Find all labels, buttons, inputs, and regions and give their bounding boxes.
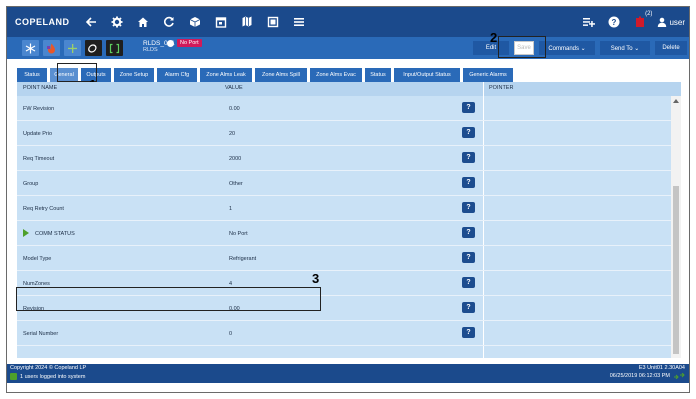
svg-text:?: ? xyxy=(612,18,617,27)
status-dot-icon xyxy=(167,40,174,47)
point-value: 2000 xyxy=(229,156,242,162)
point-name: Req Timeout xyxy=(23,156,55,162)
point-name: FW Revision xyxy=(23,106,55,112)
snowflake-icon[interactable] xyxy=(22,40,39,56)
point-name: COMM STATUS xyxy=(35,231,75,237)
table-row[interactable]: COMM STATUS No Port ? xyxy=(17,221,671,246)
tab-zone-alms-spill[interactable]: Zone Alms Spill xyxy=(255,68,307,82)
point-name: Req Retry Count xyxy=(23,206,64,212)
box-icon[interactable] xyxy=(182,7,208,37)
calendar-icon[interactable] xyxy=(208,7,234,37)
status-badge: No Port xyxy=(177,39,202,47)
scrollbar-thumb[interactable] xyxy=(673,186,679,354)
points-table: POINT NAME VALUE POINTER FW Revision 0.0… xyxy=(17,82,681,358)
point-name: Model Type xyxy=(23,256,52,262)
point-value: Other xyxy=(229,181,243,187)
tab-status-2[interactable]: Status xyxy=(365,68,391,82)
circle-tool-icon[interactable] xyxy=(85,40,102,56)
point-name: Update Prio xyxy=(23,131,53,137)
user-icon xyxy=(10,373,17,380)
datetime-display: 06/25/2019 06:12:03 PM xyxy=(610,373,685,379)
device-type: RLDS xyxy=(143,47,158,53)
table-row[interactable]: Group Other ? xyxy=(17,171,671,196)
expand-arrow-icon[interactable] xyxy=(23,229,29,237)
help-button[interactable]: ? xyxy=(462,102,475,113)
point-value: No Port xyxy=(229,231,248,237)
point-name: Group xyxy=(23,181,39,187)
topbar-right-group: ? (2) user xyxy=(575,7,685,37)
help-icon[interactable]: ? xyxy=(601,7,627,37)
tab-zone-alms-evac[interactable]: Zone Alms Evac xyxy=(310,68,362,82)
tab-alarm-cfg[interactable]: Alarm Cfg xyxy=(157,68,197,82)
scroll-up-arrow-icon[interactable] xyxy=(673,99,679,103)
user-icon xyxy=(658,17,667,27)
status-footer: Copyright 2024 © Copeland LP 1 users log… xyxy=(7,364,689,383)
tab-status[interactable]: Status xyxy=(17,68,47,82)
delete-button[interactable]: Delete xyxy=(655,41,687,55)
alarm-icon[interactable]: (2) xyxy=(627,7,653,37)
commands-dropdown[interactable]: Commands ⌄ xyxy=(539,41,595,55)
help-button[interactable]: ? xyxy=(462,302,475,313)
back-arrow-icon[interactable] xyxy=(78,7,104,37)
help-button[interactable]: ? xyxy=(462,277,475,288)
tab-zone-setup[interactable]: Zone Setup xyxy=(114,68,154,82)
table-row[interactable]: Serial Number 0 ? xyxy=(17,321,671,346)
device-icon[interactable] xyxy=(260,7,286,37)
point-value: 0 xyxy=(229,331,233,337)
users-logged-in: 1 users logged into system xyxy=(10,373,85,380)
datetime-text: 06/25/2019 06:12:03 PM xyxy=(609,373,670,379)
map-icon[interactable] xyxy=(234,7,260,37)
user-menu[interactable]: user xyxy=(653,17,685,27)
gear-icon[interactable] xyxy=(104,7,130,37)
callout-2: 2 xyxy=(490,30,498,45)
help-button[interactable]: ? xyxy=(462,177,475,188)
table-row[interactable]: FW Revision 0.00 ? xyxy=(17,96,671,121)
callout-3: 3 xyxy=(312,271,320,286)
point-value: 1 xyxy=(229,206,233,212)
help-button[interactable]: ? xyxy=(462,152,475,163)
edit-highlight-box xyxy=(498,36,546,58)
app-window: COPELAND ? (2) user RLDS_001 RLDS No Por… xyxy=(6,6,690,393)
home-icon[interactable] xyxy=(130,7,156,37)
point-value: 0.00 xyxy=(229,106,240,112)
table-row[interactable]: Update Prio 20 ? xyxy=(17,121,671,146)
table-row[interactable]: Model Type Refrigerant ? xyxy=(17,246,671,271)
point-value: 20 xyxy=(229,131,236,137)
tab-zone-alms-leak[interactable]: Zone Alms Leak xyxy=(200,68,252,82)
numzones-highlight-box xyxy=(16,287,321,311)
point-name: Serial Number xyxy=(23,331,59,337)
refresh-icon[interactable] xyxy=(156,7,182,37)
vertical-scrollbar[interactable] xyxy=(671,96,681,358)
tab-input-output-status[interactable]: Input/Output Status xyxy=(394,68,460,82)
bracket-tool-icon[interactable] xyxy=(106,40,123,56)
send-to-dropdown[interactable]: Send To ⌄ xyxy=(600,41,650,55)
connection-icon xyxy=(674,373,685,379)
header-value: VALUE xyxy=(225,85,243,91)
device-toolbar: RLDS_001 RLDS No Port Edit Save Commands… xyxy=(7,37,689,59)
help-button[interactable]: ? xyxy=(462,327,475,338)
table-header: POINT NAME VALUE POINTER xyxy=(17,82,681,96)
point-value: Refrigerant xyxy=(229,256,257,262)
copeland-logo: COPELAND xyxy=(15,17,70,27)
help-button[interactable]: ? xyxy=(462,202,475,213)
copyright-text: Copyright 2024 © Copeland LP xyxy=(10,365,87,371)
header-point-name: POINT NAME xyxy=(23,85,58,91)
tab-generic-alarms[interactable]: Generic Alarms xyxy=(463,68,513,82)
unit-info: E3 Unit01 2.30A04 xyxy=(638,365,685,371)
help-button[interactable]: ? xyxy=(462,127,475,138)
top-navbar: COPELAND ? (2) user xyxy=(7,7,689,37)
help-button[interactable]: ? xyxy=(462,252,475,263)
users-logged-in-text: 1 users logged into system xyxy=(20,373,86,380)
add-list-icon[interactable] xyxy=(575,7,601,37)
fire-icon[interactable] xyxy=(43,40,60,56)
alarm-count-badge: (2) xyxy=(645,11,653,17)
help-button[interactable]: ? xyxy=(462,227,475,238)
fan-icon[interactable] xyxy=(64,40,81,56)
table-row[interactable]: Req Retry Count 1 ? xyxy=(17,196,671,221)
username: user xyxy=(669,17,685,27)
header-pointer: POINTER xyxy=(489,85,514,91)
list-icon[interactable] xyxy=(286,7,312,37)
table-row[interactable]: Req Timeout 2000 ? xyxy=(17,146,671,171)
